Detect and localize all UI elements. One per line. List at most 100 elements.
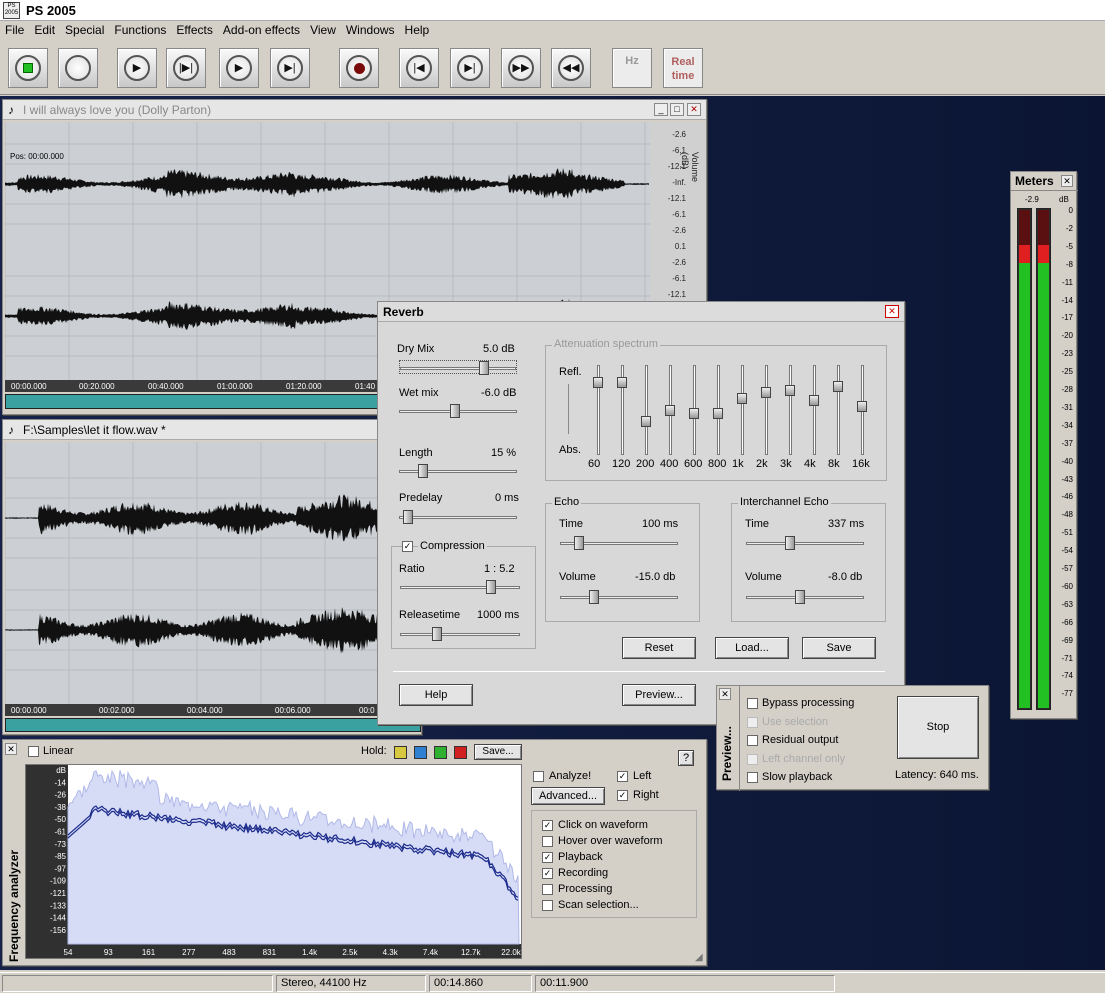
hold-color-button[interactable] [394,746,407,759]
hold-color-button[interactable] [454,746,467,759]
slider-thumb[interactable] [418,464,428,478]
slider-thumb[interactable] [795,590,805,604]
right-checkbox[interactable]: ✓ [617,790,628,801]
go-end-button[interactable]: ▶| [450,48,490,88]
eq-band-8k-slider[interactable] [832,365,844,455]
analyzer-option-checkbox[interactable]: ✓ [542,820,553,831]
realtime-button[interactable]: Real time [663,48,703,88]
eq-band-400-slider[interactable] [664,365,676,455]
analyzer-option-checkbox[interactable] [542,884,553,895]
eq-band-4k-slider[interactable] [808,365,820,455]
linear-checkbox[interactable] [28,746,39,757]
eq-band-2k-slider[interactable] [760,365,772,455]
stop-button[interactable]: Stop [897,696,979,759]
close-icon[interactable]: ✕ [687,103,701,116]
length-slider[interactable] [399,464,517,478]
resize-grip-icon[interactable]: ◢ [695,952,703,963]
analyze-checkbox[interactable] [533,771,544,782]
slider-thumb[interactable] [593,376,603,388]
menu-effects[interactable]: Effects [171,21,217,37]
ichecho-volume-slider[interactable] [746,590,864,604]
slider-thumb[interactable] [479,361,489,375]
left-checkbox[interactable]: ✓ [617,771,628,782]
echo-time-slider[interactable] [560,536,678,550]
preview-option-checkbox[interactable] [747,698,758,709]
slider-thumb[interactable] [589,590,599,604]
go-start-button[interactable]: |◀ [399,48,439,88]
stop-button[interactable] [8,48,48,88]
hz-button[interactable]: Hz [612,48,652,88]
maximize-icon[interactable]: □ [670,103,684,116]
slider-thumb[interactable] [641,416,651,428]
waveform-2-timeline[interactable]: 00:00.000 00:02.000 00:04.000 00:06.000 … [5,704,421,716]
analyzer-option-checkbox[interactable]: ✓ [542,868,553,879]
load-button[interactable]: Load... [715,637,789,659]
eq-band-1k-slider[interactable] [736,365,748,455]
advanced-button[interactable]: Advanced... [531,787,605,805]
releasetime-slider[interactable] [400,627,520,641]
eq-band-120-slider[interactable] [616,365,628,455]
waveform-2-scrollbar[interactable] [5,718,421,732]
help-button[interactable]: Help [399,684,473,706]
ratio-slider[interactable] [400,580,520,594]
close-icon[interactable]: ✕ [5,743,17,755]
compression-checkbox[interactable]: ✓ [402,541,413,552]
wet-mix-slider[interactable] [399,404,517,418]
slider-thumb[interactable] [713,408,723,420]
analyzer-save-button[interactable]: Save... [474,744,522,760]
play-selection-button[interactable]: ▶ [219,48,259,88]
play-from-start-button[interactable]: |▶| [166,48,206,88]
record-button[interactable] [339,48,379,88]
analyzer-help-button[interactable]: ? [678,750,694,766]
slider-thumb[interactable] [785,384,795,396]
play-button[interactable]: ▶ [117,48,157,88]
menu-edit[interactable]: Edit [29,21,60,37]
menu-addon-effects[interactable]: Add-on effects [218,21,305,37]
close-icon[interactable]: ✕ [719,688,731,700]
slider-thumb[interactable] [403,510,413,524]
slider-thumb[interactable] [665,404,675,416]
analyzer-option-checkbox[interactable] [542,900,553,911]
minimize-icon[interactable]: _ [654,103,668,116]
eq-band-200-slider[interactable] [640,365,652,455]
slider-thumb[interactable] [450,404,460,418]
play-to-end-button[interactable]: ▶| [270,48,310,88]
slider-thumb[interactable] [485,580,496,594]
eq-band-600-slider[interactable] [688,365,700,455]
slider-thumb[interactable] [737,392,747,404]
preview-button[interactable]: Preview... [622,684,696,706]
menu-view[interactable]: View [305,21,341,37]
hold-color-button[interactable] [434,746,447,759]
menu-help[interactable]: Help [400,21,435,37]
predelay-slider[interactable] [399,510,517,524]
slider-thumb[interactable] [857,400,867,412]
menu-windows[interactable]: Windows [341,21,400,37]
slider-thumb[interactable] [431,627,442,641]
preview-option-checkbox[interactable] [747,735,758,746]
close-icon[interactable]: ✕ [1061,175,1073,187]
echo-volume-slider[interactable] [560,590,678,604]
save-button[interactable]: Save [802,637,876,659]
eq-band-60-slider[interactable] [592,365,604,455]
eq-band-800-slider[interactable] [712,365,724,455]
fast-forward-button[interactable]: ▶▶ [501,48,541,88]
reset-button[interactable]: Reset [622,637,696,659]
analyzer-option-checkbox[interactable]: ✓ [542,852,553,863]
slider-thumb[interactable] [785,536,795,550]
slider-thumb[interactable] [761,387,771,399]
ichecho-time-slider[interactable] [746,536,864,550]
slider-thumb[interactable] [833,380,843,392]
menu-special[interactable]: Special [60,21,109,37]
menu-functions[interactable]: Functions [109,21,171,37]
rewind-button[interactable]: ◀◀ [551,48,591,88]
waveform-2-canvas[interactable] [4,442,421,704]
close-icon[interactable]: ✕ [885,305,899,318]
eq-band-3k-slider[interactable] [784,365,796,455]
dry-mix-slider[interactable] [399,360,517,375]
slider-thumb[interactable] [689,408,699,420]
analyzer-option-checkbox[interactable] [542,836,553,847]
menu-file[interactable]: File [0,21,29,37]
eq-band-16k-slider[interactable] [856,365,868,455]
slider-thumb[interactable] [617,376,627,388]
slider-thumb[interactable] [809,395,819,407]
